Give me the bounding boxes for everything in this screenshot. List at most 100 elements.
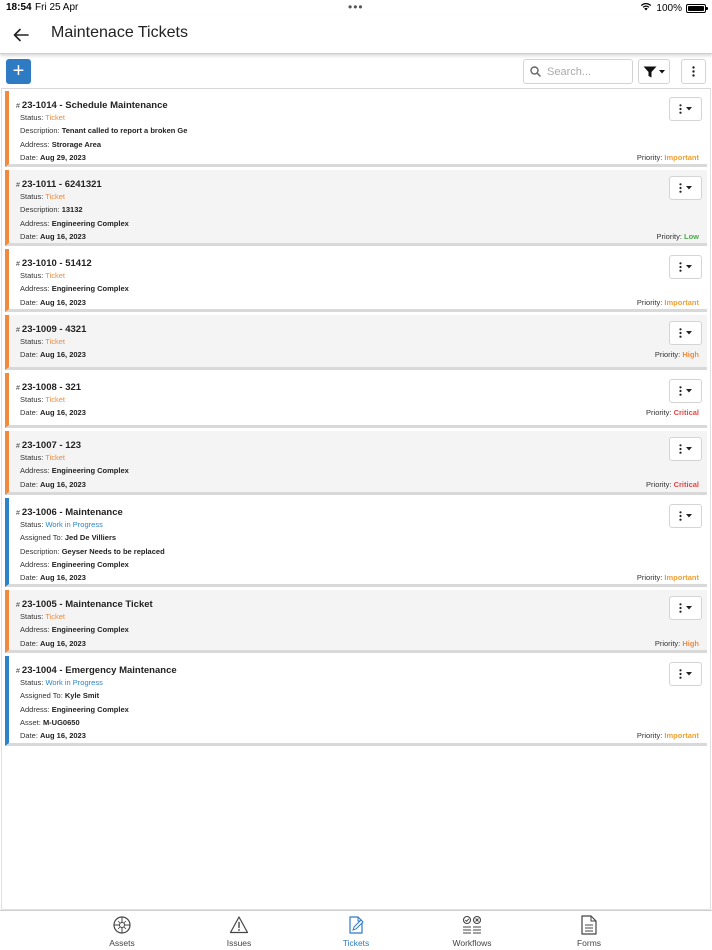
ticket-card[interactable]: #23-1010 - 51412 Status: Ticket Address: E… xyxy=(5,249,707,312)
priority-label: Priority: xyxy=(654,350,683,360)
ticket-address-row: Address: Strorage Area xyxy=(20,140,101,149)
tab-label: Assets xyxy=(109,938,135,948)
ticket-name: 123 xyxy=(65,440,82,451)
ticket-card[interactable]: #23-1009 - 4321 Status: Ticket Date: Aug 1… xyxy=(5,315,707,370)
ticket-number: 23-1005 xyxy=(21,599,57,610)
priority-value: Important xyxy=(664,152,699,162)
filter-button[interactable] xyxy=(638,59,670,84)
tab-tickets[interactable]: Tickets xyxy=(316,915,396,949)
ticket-actions-button[interactable] xyxy=(669,437,702,461)
ticket-date-row: Date: Aug 16, 2023 xyxy=(20,480,86,489)
ticket-date-row: Date: Aug 16, 2023 xyxy=(20,408,86,417)
ticket-card[interactable]: #23-1005 - Maintenance Ticket Status: Tic… xyxy=(5,590,707,653)
ticket-card[interactable]: #23-1007 - 123 Status: Ticket Address: Eng… xyxy=(5,431,707,495)
ticket-number: 23-1007 xyxy=(21,440,57,451)
priority-row: Priority: Low xyxy=(656,232,699,241)
ticket-number: 23-1011 xyxy=(21,179,57,190)
ticket-status-row: Status: Ticket xyxy=(20,612,65,621)
tab-assets[interactable]: Assets xyxy=(82,915,162,949)
assets-icon xyxy=(82,915,162,935)
ticket-address-row: Address: Engineering Complex xyxy=(20,625,129,634)
caret-down-icon xyxy=(686,186,692,190)
ticket-card[interactable]: #23-1006 - Maintenance Status: Work in Pr… xyxy=(5,498,707,587)
ticket-status-row: Status: Work in Progress xyxy=(20,520,103,529)
ticket-actions-button[interactable] xyxy=(669,97,702,121)
ticket-separator: - xyxy=(56,440,66,451)
ticket-date-row: Date: Aug 16, 2023 xyxy=(20,639,86,648)
priority-label: Priority: xyxy=(636,573,665,583)
back-button[interactable] xyxy=(10,24,32,46)
ticket-title: #23-1010 - 51412 xyxy=(16,258,92,269)
arrow-left-icon xyxy=(13,28,29,42)
tab-forms[interactable]: Forms xyxy=(549,915,629,949)
multitasking-dots-icon[interactable]: ••• xyxy=(348,0,364,14)
hash-symbol: # xyxy=(16,327,20,334)
tab-issues[interactable]: Issues xyxy=(199,915,279,949)
ticket-name: 321 xyxy=(65,382,82,393)
field-label: Date: xyxy=(20,638,41,648)
priority-row: Priority: Important xyxy=(637,731,699,740)
field-label: Address: xyxy=(20,559,52,569)
priority-row: Priority: Important xyxy=(637,573,699,582)
ticket-description: Tenant called to report a broken Ge xyxy=(61,126,188,136)
ticket-status: Ticket xyxy=(45,395,66,404)
ticket-date: Aug 16, 2023 xyxy=(40,573,86,583)
ticket-separator: - xyxy=(56,599,66,610)
ticket-card[interactable]: #23-1014 - Schedule Maintenance Status: T… xyxy=(5,91,707,167)
ticket-card[interactable]: #23-1004 - Emergency Maintenance Status: … xyxy=(5,656,707,746)
ticket-card[interactable]: #23-1011 - 6241321 Status: Ticket Descript… xyxy=(5,170,707,246)
ticket-actions-button[interactable] xyxy=(669,176,702,200)
priority-row: Priority: Important xyxy=(637,153,699,162)
ticket-status-row: Status: Ticket xyxy=(20,337,65,346)
field-label: Status: xyxy=(20,271,46,280)
priority-label: Priority: xyxy=(636,297,665,307)
hash-symbol: # xyxy=(16,182,20,189)
ticket-date-row: Date: Aug 16, 2023 xyxy=(20,350,86,359)
ticket-actions-button[interactable] xyxy=(669,504,702,528)
tab-workflows[interactable]: Workflows xyxy=(432,915,512,949)
vertical-dots-icon xyxy=(679,183,682,193)
ticket-actions-button[interactable] xyxy=(669,596,702,620)
ticket-title: #23-1014 - Schedule Maintenance xyxy=(16,100,168,111)
field-label: Date: xyxy=(20,408,41,418)
battery-percent: 100% xyxy=(656,2,682,14)
ticket-status: Ticket xyxy=(45,337,66,346)
ticket-name: Emergency Maintenance xyxy=(65,665,177,676)
hash-symbol: # xyxy=(16,668,20,675)
ticket-date: Aug 16, 2023 xyxy=(40,408,86,418)
ticket-actions-button[interactable] xyxy=(669,321,702,345)
caret-down-icon xyxy=(686,389,692,393)
field-label: Status: xyxy=(20,453,46,462)
ticket-card[interactable]: #23-1008 - 321 Status: Ticket Date: Aug 16… xyxy=(5,373,707,428)
ticket-status: Ticket xyxy=(45,612,66,621)
ticket-title: #23-1008 - 321 xyxy=(16,382,81,393)
search-input[interactable] xyxy=(547,65,627,78)
ticket-address-row: Address: Engineering Complex xyxy=(20,466,129,475)
ticket-actions-button[interactable] xyxy=(669,379,702,403)
field-label: Date: xyxy=(20,731,41,741)
ticket-status-row: Status: Ticket xyxy=(20,453,65,462)
priority-value: Low xyxy=(684,231,699,241)
ticket-actions-button[interactable] xyxy=(669,255,702,279)
battery-icon xyxy=(686,3,708,13)
toolbar: + xyxy=(0,56,712,88)
ticket-address: Engineering Complex xyxy=(51,466,129,476)
ticket-description-row: Description: Tenant called to report a b… xyxy=(20,126,187,135)
ticket-status-row: Status: Ticket xyxy=(20,271,65,280)
field-label: Status: xyxy=(20,520,46,529)
ticket-number: 23-1006 xyxy=(21,507,57,518)
search-box[interactable] xyxy=(523,59,633,84)
status-bar: 18:54 Fri 25 Apr ••• 100% xyxy=(0,0,712,16)
more-options-button[interactable] xyxy=(681,59,706,84)
priority-value: Important xyxy=(664,297,699,307)
ticket-actions-button[interactable] xyxy=(669,662,702,686)
ticket-name: Schedule Maintenance xyxy=(65,100,168,111)
ticket-description-row: Description: Geyser Needs to be replaced xyxy=(20,547,165,556)
field-label: Status: xyxy=(20,113,46,122)
ticket-date-row: Date: Aug 16, 2023 xyxy=(20,232,86,241)
vertical-dots-icon xyxy=(679,669,682,679)
hash-symbol: # xyxy=(16,602,20,609)
field-label: Date: xyxy=(20,573,41,583)
add-ticket-button[interactable]: + xyxy=(6,59,31,84)
field-label: Address: xyxy=(20,139,52,149)
